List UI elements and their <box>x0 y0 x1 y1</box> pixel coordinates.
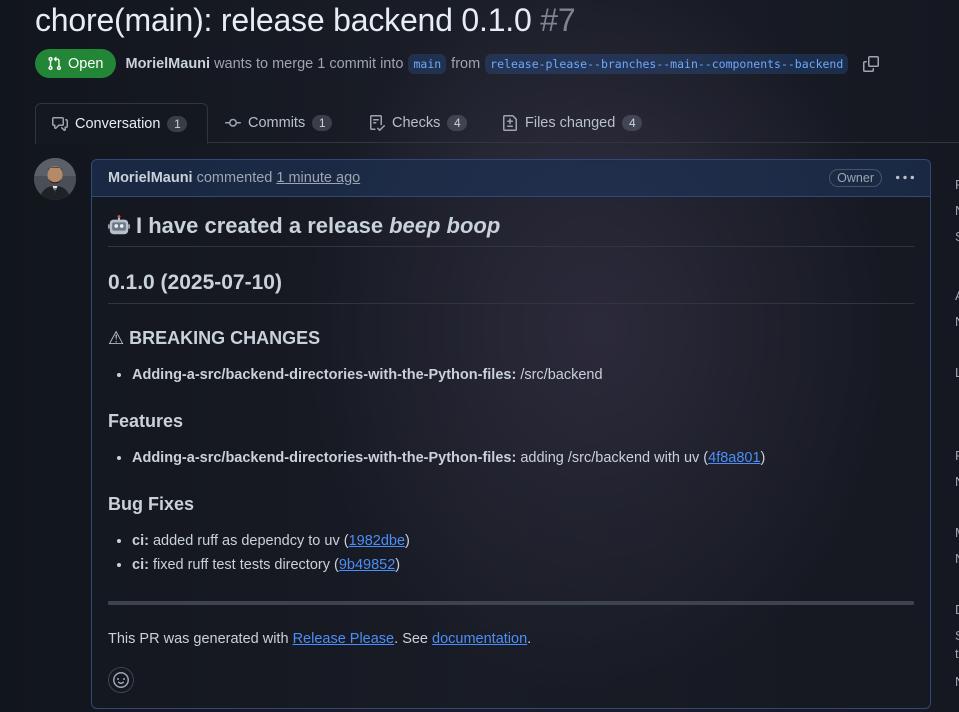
avatar[interactable] <box>34 158 76 200</box>
tab-checks[interactable]: Checks 4 <box>353 103 483 143</box>
list-item-text: adding /src/backend with uv ( <box>516 450 709 466</box>
git-pull-request-icon <box>48 56 62 71</box>
release-heading-emphasis: beep boop <box>389 213 501 238</box>
tab-conversation[interactable]: Conversation 1 <box>35 103 208 144</box>
generated-note-suffix: . <box>527 631 532 647</box>
pr-from-text: from <box>451 55 481 72</box>
breaking-changes-heading: ⚠ BREAKING CHANGES <box>108 328 321 348</box>
comment-discussion-icon <box>52 116 68 131</box>
breaking-changes-list: Adding-a-src/backend-directories-with-th… <box>108 363 914 387</box>
pr-merge-text: wants to merge 1 commit into <box>214 55 404 72</box>
list-item: ci: added ruff as dependcy to uv (1982db… <box>132 529 914 553</box>
version-heading: 0.1.0 (2025-07-10) <box>108 271 914 304</box>
tab-files-changed[interactable]: Files changed 4 <box>486 103 658 143</box>
sidebar-glyph: L <box>955 365 959 380</box>
sidebar-glyph: S <box>955 628 959 643</box>
head-branch-link[interactable]: release-please--branches--main--componen… <box>485 53 849 74</box>
commit-link[interactable]: 1982dbe <box>349 533 405 549</box>
pr-meta-row: Open MorielMauni wants to merge 1 commit… <box>35 49 880 78</box>
user-avatar-icon <box>34 158 76 200</box>
release-heading-text: I have created a release <box>136 213 384 238</box>
base-branch-link[interactable]: main <box>408 53 447 74</box>
list-item-text: /src/backend <box>516 367 603 383</box>
list-item-scope: Adding-a-src/backend-directories-with-th… <box>132 367 517 383</box>
sidebar-glyph: R <box>955 177 959 192</box>
commit-link[interactable]: 9b49852 <box>339 557 395 573</box>
tab-checks-count: 4 <box>447 115 468 131</box>
generated-note-mid: . See <box>394 631 433 647</box>
owner-badge: Owner <box>829 169 882 187</box>
features-list: Adding-a-src/backend-directories-with-th… <box>108 446 914 470</box>
pr-state-label: Open <box>68 55 104 72</box>
sidebar-glyph: N <box>955 674 959 689</box>
list-item-text: fixed ruff test tests directory ( <box>148 557 339 573</box>
pr-title-text: chore(main): release backend 0.1.0 <box>35 2 532 38</box>
comment-box: MorielMauni commented 1 minute ago Owner… <box>91 159 931 709</box>
pr-author-link[interactable]: MorielMauni <box>125 56 210 72</box>
list-item-tail: ) <box>405 533 410 549</box>
tab-conversation-count: 1 <box>167 115 188 132</box>
file-diff-icon <box>503 115 517 131</box>
sidebar-glyph: M <box>955 525 959 540</box>
features-heading: Features <box>108 411 184 431</box>
bug-fixes-heading: Bug Fixes <box>108 494 195 514</box>
tab-conversation-label: Conversation <box>75 115 161 132</box>
sidebar-glyph: A <box>955 288 959 303</box>
bug-fixes-list: ci: added ruff as dependcy to uv (1982db… <box>108 529 914 577</box>
kebab-horizontal-icon[interactable] <box>896 169 914 187</box>
tab-checks-label: Checks <box>392 115 441 131</box>
comment-author-link[interactable]: MorielMauni <box>108 170 193 186</box>
list-item-scope: ci: <box>132 557 149 573</box>
sidebar-glyph: N <box>955 203 959 218</box>
sidebar-glyph: D <box>955 602 959 617</box>
list-item-tail: ) <box>395 557 401 573</box>
sidebar-glyph: N <box>955 474 959 489</box>
generated-note-prefix: This PR was generated with <box>108 631 293 647</box>
release-please-link[interactable]: Release Please <box>293 631 395 647</box>
list-item-tail: ) <box>760 450 766 466</box>
tab-commits-label: Commits <box>248 115 306 131</box>
comment-timestamp-link[interactable]: 1 minute ago <box>276 170 360 186</box>
pr-number: #7 <box>540 2 576 38</box>
list-item: Adding-a-src/backend-directories-with-th… <box>132 363 914 387</box>
sidebar-glyph: t <box>955 646 959 661</box>
list-item-text: added ruff as dependcy to uv ( <box>148 533 349 549</box>
copy-icon[interactable] <box>863 55 880 72</box>
add-reaction-button[interactable] <box>108 667 134 693</box>
comment-header: MorielMauni commented 1 minute ago Owner <box>92 160 930 197</box>
tab-files-changed-count: 4 <box>622 115 643 131</box>
tab-commits[interactable]: Commits 1 <box>209 103 348 143</box>
list-item-scope: ci: <box>132 533 149 549</box>
sidebar-glyph: S <box>955 229 959 244</box>
pr-state-badge: Open <box>35 49 117 78</box>
comment-body: I have created a release beep boop 0.1.0… <box>92 197 930 693</box>
commit-link[interactable]: 4f8a801 <box>708 450 760 466</box>
pr-tabs: Conversation 1 Commits 1 Checks 4 Files … <box>35 103 959 144</box>
documentation-link[interactable]: documentation <box>432 631 527 647</box>
list-item: ci: fixed ruff test tests directory (9b4… <box>132 553 914 577</box>
pr-title: chore(main): release backend 0.1.0 #7 <box>35 2 576 39</box>
sidebar-glyph: P <box>955 448 959 463</box>
release-heading: I have created a release beep boop <box>108 213 914 247</box>
tab-files-changed-label: Files changed <box>525 115 616 131</box>
horizontal-rule <box>108 601 914 605</box>
robot-icon <box>108 215 130 235</box>
sidebar-glyph: N <box>955 551 959 566</box>
comment-action-text: commented <box>196 170 273 186</box>
commit-icon <box>225 118 241 127</box>
smiley-icon <box>113 672 129 688</box>
sidebar-glyph: N <box>955 314 959 329</box>
checklist-icon <box>370 115 385 131</box>
list-item-scope: Adding-a-src/backend-directories-with-th… <box>132 450 517 466</box>
generated-note: This PR was generated with Release Pleas… <box>108 631 914 647</box>
tab-commits-count: 1 <box>312 115 333 131</box>
list-item: Adding-a-src/backend-directories-with-th… <box>132 446 914 470</box>
